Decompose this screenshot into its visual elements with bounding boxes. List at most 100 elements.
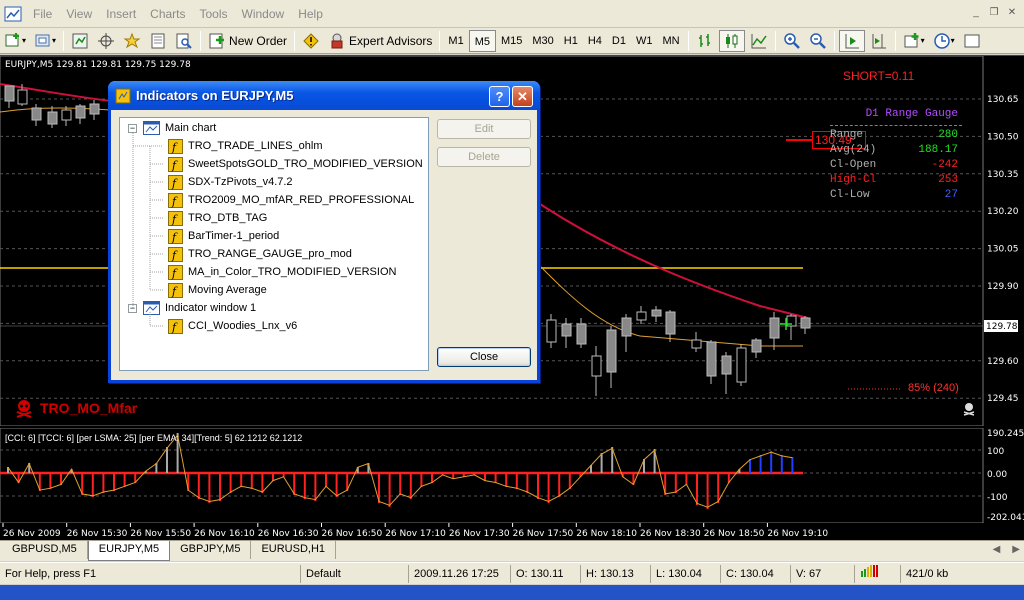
candle-body bbox=[89, 103, 100, 115]
bar-chart-button[interactable] bbox=[693, 30, 717, 52]
time-axis-label: 26 Nov 16:30 bbox=[258, 529, 319, 539]
tab-eurusd-h1[interactable]: EURUSD,H1 bbox=[251, 541, 337, 559]
crosshair-button[interactable] bbox=[94, 30, 118, 52]
menu-bar: File View Insert Charts Tools Window Hel… bbox=[0, 0, 1024, 28]
close-button[interactable]: Close bbox=[437, 347, 531, 367]
gauge-row-value: 280 bbox=[938, 129, 958, 141]
templates-button[interactable] bbox=[960, 30, 984, 52]
menu-file[interactable]: File bbox=[26, 7, 59, 21]
alert-button[interactable] bbox=[299, 30, 323, 52]
candle-body bbox=[751, 339, 762, 353]
tab-gbpjpy-m5[interactable]: GBPJPY,M5 bbox=[170, 541, 252, 559]
star-folder-icon bbox=[123, 32, 141, 48]
chart-shift-button[interactable] bbox=[867, 30, 891, 52]
close-icon[interactable]: ✕ bbox=[1004, 6, 1020, 20]
delete-button[interactable]: Delete bbox=[437, 147, 531, 167]
menu-tools[interactable]: Tools bbox=[193, 7, 235, 21]
toolbar: ▾ ▾ New Order Expert Advisors M1 M5 M15 … bbox=[0, 28, 1024, 54]
edit-button[interactable]: Edit bbox=[437, 119, 531, 139]
navigator-icon bbox=[151, 33, 165, 48]
toolbar-separator bbox=[63, 30, 65, 51]
minimize-icon[interactable]: _ bbox=[968, 6, 984, 20]
zoom-out-button[interactable] bbox=[806, 30, 830, 52]
candle-body bbox=[31, 107, 42, 121]
menu-charts[interactable]: Charts bbox=[143, 7, 192, 21]
menu-window[interactable]: Window bbox=[235, 7, 292, 21]
tab-gbpusd-m5[interactable]: GBPUSD,M5 bbox=[2, 541, 88, 559]
candle-body bbox=[769, 317, 780, 339]
dialog-titlebar[interactable]: Indicators on EURJPY,M5 ? ✕ bbox=[108, 81, 540, 110]
zoom-in-button[interactable] bbox=[780, 30, 804, 52]
status-close: C: 130.04 bbox=[720, 564, 790, 583]
warning-icon bbox=[303, 32, 319, 49]
indicators-tree[interactable]: − Main chart f TRO_TRADE_LINES_ohlm f Swee… bbox=[119, 117, 429, 371]
gauge-row-value: 27 bbox=[944, 189, 958, 201]
gauge-row: Cl-Low 27 bbox=[830, 189, 962, 204]
status-low: L: 130.04 bbox=[650, 564, 720, 583]
tab-scroll-right-icon[interactable]: ▶ bbox=[1012, 544, 1020, 555]
status-profile: Default bbox=[300, 564, 408, 583]
candlestick-button[interactable] bbox=[718, 29, 745, 52]
price-axis-label: 129.60 bbox=[987, 357, 1019, 367]
restore-icon[interactable]: ❐ bbox=[986, 6, 1002, 20]
chart-symbol-title: EURJPY,M5 129.81 129.81 129.75 129.78 bbox=[5, 60, 191, 70]
dialog-close-icon[interactable]: ✕ bbox=[512, 86, 533, 107]
cci-axis-label: -202.041 bbox=[987, 513, 1024, 523]
timeframe-mn[interactable]: MN bbox=[657, 30, 684, 52]
range-gauge-divider bbox=[830, 125, 962, 126]
timeframe-h4[interactable]: H4 bbox=[583, 30, 607, 52]
gauge-row-value: 253 bbox=[938, 174, 958, 186]
toolbar-separator bbox=[687, 30, 689, 51]
favorites-button[interactable] bbox=[120, 30, 144, 52]
price-axis-label: 130.20 bbox=[987, 207, 1019, 217]
status-open: O: 130.11 bbox=[510, 564, 580, 583]
time-axis-label: 26 Nov 18:50 bbox=[704, 529, 765, 539]
cci-params-label: [CCI: 6] [TCCI: 6] [per LSMA: 25] [per E… bbox=[5, 433, 303, 443]
timeframe-h1[interactable]: H1 bbox=[559, 30, 583, 52]
timeframe-m1[interactable]: M1 bbox=[443, 30, 468, 52]
chart-tab-bar: GBPUSD,M5 EURJPY,M5 GBPJPY,M5 EURUSD,H1 … bbox=[0, 540, 1024, 561]
time-axis-label: 26 Nov 17:30 bbox=[449, 529, 510, 539]
zoom-in-icon bbox=[783, 32, 800, 49]
new-chart-button[interactable]: ▾ bbox=[1, 30, 29, 52]
time-axis-label: 26 Nov 15:30 bbox=[67, 529, 128, 539]
autoscroll-icon bbox=[845, 33, 859, 48]
timeframe-m30[interactable]: M30 bbox=[527, 30, 558, 52]
line-chart-button[interactable] bbox=[747, 30, 771, 52]
new-order-icon bbox=[209, 33, 225, 48]
time-axis-label: 26 Nov 19:10 bbox=[767, 529, 828, 539]
toolbar-separator bbox=[200, 30, 202, 51]
help-button[interactable]: ? bbox=[489, 86, 510, 107]
menu-insert[interactable]: Insert bbox=[99, 7, 143, 21]
tester-button[interactable] bbox=[172, 30, 196, 52]
tab-scroll-left-icon[interactable]: ◀ bbox=[993, 544, 1001, 555]
tab-eurjpy-m5[interactable]: EURJPY,M5 bbox=[87, 541, 171, 561]
periods-button[interactable]: ▾ bbox=[930, 30, 958, 52]
navigator-button[interactable] bbox=[146, 30, 170, 52]
indicators-button[interactable]: ▾ bbox=[900, 30, 928, 52]
gauge-row-label: Cl-Open bbox=[830, 159, 877, 171]
range-gauge-title: D1 Range Gauge bbox=[865, 108, 958, 120]
time-axis-label: 26 Nov 16:10 bbox=[194, 529, 255, 539]
profiles-button[interactable]: ▾ bbox=[31, 30, 59, 52]
timeframe-d1[interactable]: D1 bbox=[607, 30, 631, 52]
autoscroll-button[interactable] bbox=[838, 29, 865, 52]
time-axis-label: 26 Nov 17:50 bbox=[513, 529, 574, 539]
menu-view[interactable]: View bbox=[59, 7, 99, 21]
candle-body bbox=[721, 355, 732, 375]
timeframe-w1[interactable]: W1 bbox=[631, 30, 658, 52]
range-percent-label: 85% (240) bbox=[908, 382, 959, 394]
cci-axis-label: 100 bbox=[987, 447, 1004, 457]
expert-advisors-button[interactable]: Expert Advisors bbox=[325, 30, 435, 52]
price-axis-label: 129.90 bbox=[987, 282, 1019, 292]
new-order-button[interactable]: New Order bbox=[205, 30, 290, 52]
toolbar-separator bbox=[833, 30, 835, 51]
timeframe-m5[interactable]: M5 bbox=[468, 29, 496, 52]
market-watch-button[interactable] bbox=[68, 30, 92, 52]
gauge-row-value: -242 bbox=[931, 159, 958, 171]
zoom-out-icon bbox=[809, 32, 826, 49]
candle-body bbox=[47, 111, 58, 125]
timeframe-m15[interactable]: M15 bbox=[496, 30, 527, 52]
windows-taskbar bbox=[0, 585, 1024, 600]
menu-help[interactable]: Help bbox=[291, 7, 330, 21]
